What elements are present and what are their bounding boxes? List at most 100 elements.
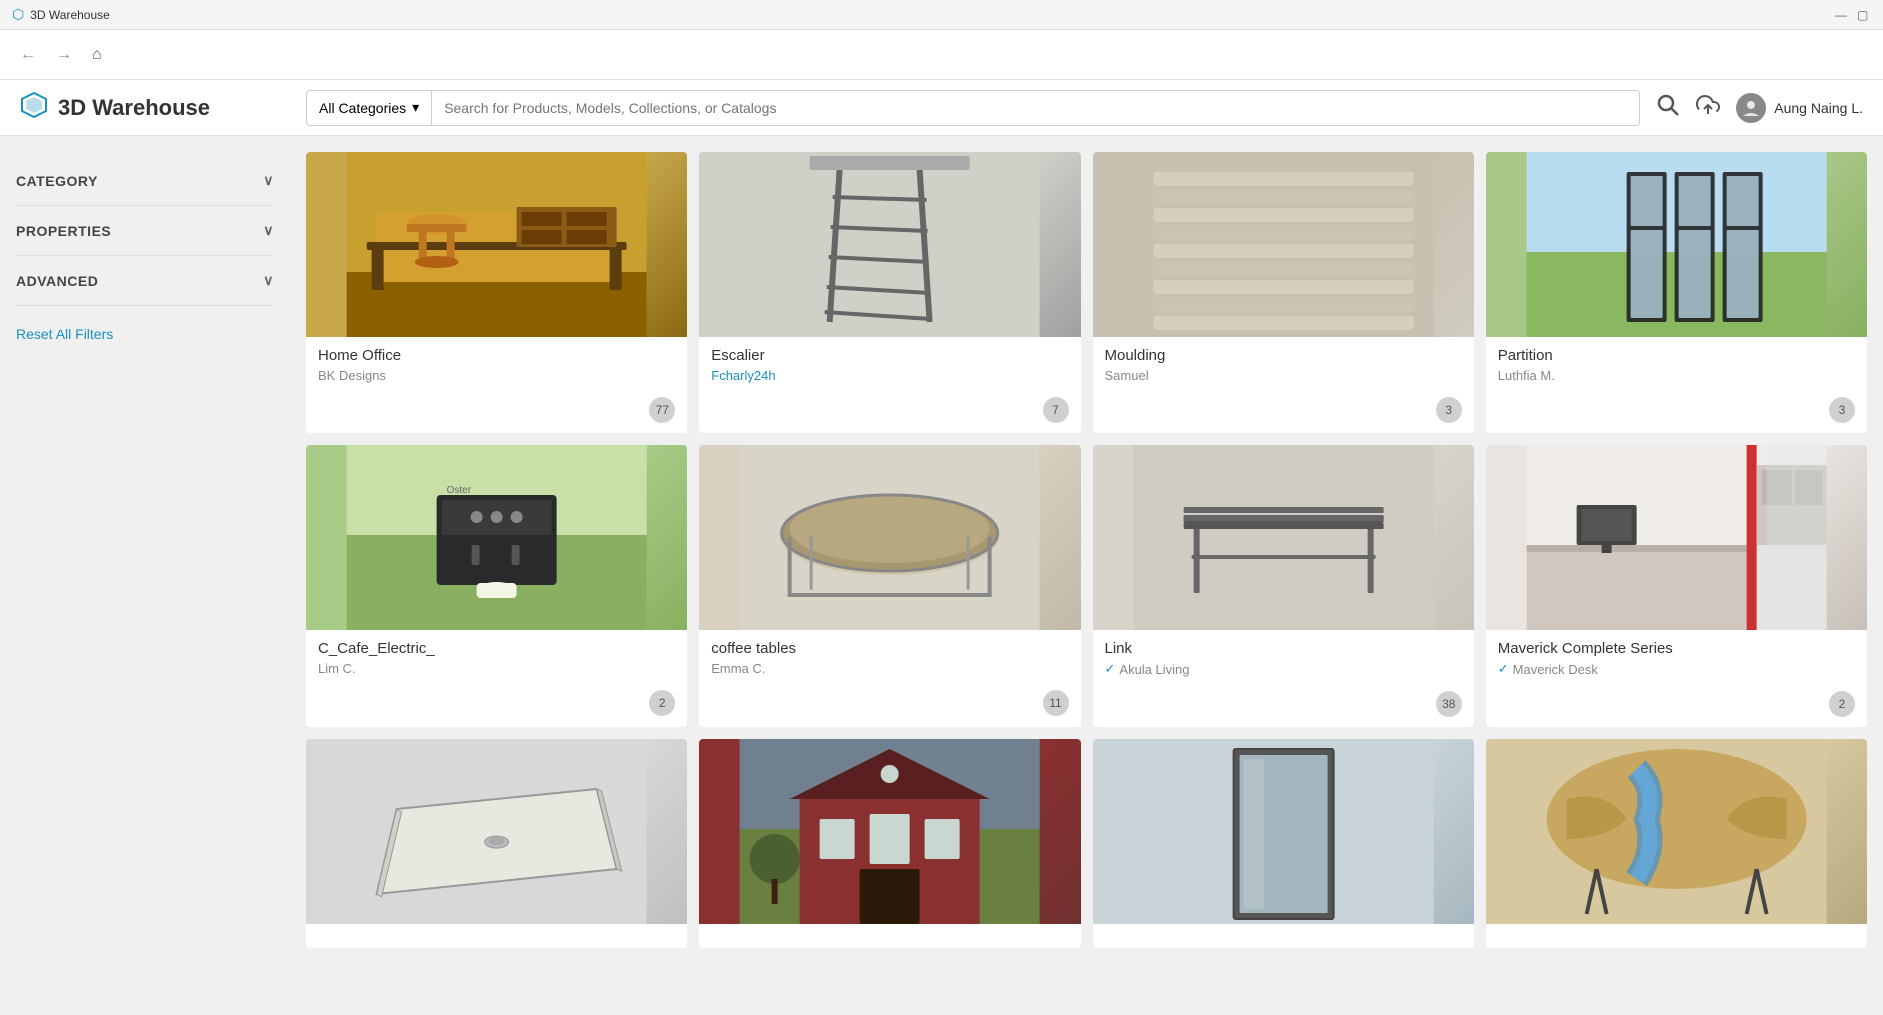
logo-area: 3D Warehouse <box>20 91 290 125</box>
search-input[interactable] <box>432 90 1640 126</box>
card-count-link: 38 <box>1436 691 1462 717</box>
advanced-filter-section: ADVANCED ∨ <box>16 256 274 306</box>
home-button[interactable]: ⌂ <box>88 42 106 68</box>
card-count-moulding: 3 <box>1436 397 1462 423</box>
card-river-table[interactable] <box>1486 739 1867 948</box>
card-image-maverick <box>1486 445 1867 630</box>
properties-chevron-icon: ∨ <box>263 222 274 239</box>
card-cafe-electric[interactable]: Oster C_Cafe_Electric_ Lim C. 2 <box>306 445 687 727</box>
minimize-button[interactable]: — <box>1835 8 1849 22</box>
back-button[interactable]: ← <box>16 42 40 68</box>
user-name: Aung Naing L. <box>1774 100 1863 116</box>
card-footer-partition: 3 <box>1486 393 1867 433</box>
verified-icon-maverick: ✓ <box>1498 661 1509 677</box>
card-body-link: Link ✓ Akula Living <box>1093 630 1474 687</box>
upload-icon[interactable] <box>1696 93 1720 123</box>
card-partition[interactable]: Partition Luthfia M. 3 <box>1486 152 1867 433</box>
card-title-moulding: Moulding <box>1105 347 1462 364</box>
logo-text: 3D Warehouse <box>58 95 210 121</box>
card-coffee-tables[interactable]: coffee tables Emma C. 11 <box>699 445 1080 727</box>
avatar <box>1736 93 1766 123</box>
card-image-link <box>1093 445 1474 630</box>
card-count-cafe-electric: 2 <box>649 690 675 716</box>
card-author-escalier: Fcharly24h <box>711 368 1068 383</box>
title-bar-icon: ⬡ <box>12 6 24 23</box>
card-body-maverick: Maverick Complete Series ✓ Maverick Desk <box>1486 630 1867 687</box>
header: 3D Warehouse All Categories ▾ <box>0 80 1883 136</box>
advanced-filter-header[interactable]: ADVANCED ∨ <box>16 272 274 289</box>
card-title-partition: Partition <box>1498 347 1855 364</box>
card-title-link: Link <box>1105 640 1462 657</box>
advanced-filter-label: ADVANCED <box>16 273 98 289</box>
card-author-partition: Luthfia M. <box>1498 368 1855 383</box>
card-link[interactable]: Link ✓ Akula Living 38 <box>1093 445 1474 727</box>
properties-filter-section: PROPERTIES ∨ <box>16 206 274 256</box>
card-footer-home-office: 77 <box>306 393 687 433</box>
properties-filter-label: PROPERTIES <box>16 223 111 239</box>
card-count-maverick: 2 <box>1829 691 1855 717</box>
card-image-partition <box>1486 152 1867 337</box>
card-author-moulding: Samuel <box>1105 368 1462 383</box>
card-footer-coffee-tables: 11 <box>699 686 1080 726</box>
card-image-moulding <box>1093 152 1474 337</box>
card-maverick[interactable]: Maverick Complete Series ✓ Maverick Desk… <box>1486 445 1867 727</box>
card-count-partition: 3 <box>1829 397 1855 423</box>
svg-text:Oster: Oster <box>447 485 472 496</box>
reset-filters-link[interactable]: Reset All Filters <box>16 326 274 342</box>
card-body-partition: Partition Luthfia M. <box>1486 337 1867 393</box>
card-image-mirror <box>1093 739 1474 924</box>
logo-icon <box>20 91 48 125</box>
category-filter-section: CATEGORY ∨ <box>16 156 274 206</box>
card-title-coffee-tables: coffee tables <box>711 640 1068 657</box>
card-body-coffee-tables: coffee tables Emma C. <box>699 630 1080 686</box>
card-body-cafe-electric: C_Cafe_Electric_ Lim C. <box>306 630 687 686</box>
title-bar: ⬡ 3D Warehouse — ▢ <box>0 0 1883 30</box>
card-escalier[interactable]: Escalier Fcharly24h 7 <box>699 152 1080 433</box>
category-filter-header[interactable]: CATEGORY ∨ <box>16 172 274 189</box>
card-footer-escalier: 7 <box>699 393 1080 433</box>
card-image-home-office <box>306 152 687 337</box>
category-chevron-icon: ∨ <box>263 172 274 189</box>
card-image-shower <box>306 739 687 924</box>
card-count-escalier: 7 <box>1043 397 1069 423</box>
card-body-escalier: Escalier Fcharly24h <box>699 337 1080 393</box>
content-area: Home Office BK Designs 77 <box>290 136 1883 1015</box>
card-body-moulding: Moulding Samuel <box>1093 337 1474 393</box>
card-author-maverick: ✓ Maverick Desk <box>1498 661 1855 677</box>
search-area: All Categories ▾ <box>306 90 1640 126</box>
card-image-house <box>699 739 1080 924</box>
card-author-home-office: BK Designs <box>318 368 675 383</box>
card-home-office[interactable]: Home Office BK Designs 77 <box>306 152 687 433</box>
dropdown-chevron: ▾ <box>412 99 419 116</box>
title-bar-controls: — ▢ <box>1835 8 1871 22</box>
card-moulding[interactable]: Moulding Samuel 3 <box>1093 152 1474 433</box>
card-body-home-office: Home Office BK Designs <box>306 337 687 393</box>
category-filter-label: CATEGORY <box>16 173 98 189</box>
card-count-coffee-tables: 11 <box>1043 690 1069 716</box>
card-count-home-office: 77 <box>649 397 675 423</box>
card-image-river-table <box>1486 739 1867 924</box>
card-image-coffee-tables <box>699 445 1080 630</box>
forward-button[interactable]: → <box>52 42 76 68</box>
card-shower[interactable] <box>306 739 687 948</box>
card-footer-maverick: 2 <box>1486 687 1867 727</box>
header-actions: Aung Naing L. <box>1656 93 1863 123</box>
card-title-escalier: Escalier <box>711 347 1068 364</box>
product-grid: Home Office BK Designs 77 <box>306 152 1867 948</box>
maximize-button[interactable]: ▢ <box>1857 8 1871 22</box>
nav-bar: ← → ⌂ <box>0 30 1883 80</box>
card-body-mirror <box>1093 924 1474 948</box>
card-house[interactable] <box>699 739 1080 948</box>
card-title-home-office: Home Office <box>318 347 675 364</box>
card-author-cafe-electric: Lim C. <box>318 661 675 676</box>
properties-filter-header[interactable]: PROPERTIES ∨ <box>16 222 274 239</box>
category-dropdown[interactable]: All Categories ▾ <box>306 90 432 126</box>
user-area[interactable]: Aung Naing L. <box>1736 93 1863 123</box>
card-footer-cafe-electric: 2 <box>306 686 687 726</box>
main-layout: CATEGORY ∨ PROPERTIES ∨ ADVANCED ∨ Reset… <box>0 136 1883 1015</box>
verified-icon-link: ✓ <box>1105 661 1116 677</box>
title-bar-title: 3D Warehouse <box>30 8 110 22</box>
card-body-house <box>699 924 1080 948</box>
search-icon[interactable] <box>1656 93 1680 123</box>
card-mirror[interactable] <box>1093 739 1474 948</box>
